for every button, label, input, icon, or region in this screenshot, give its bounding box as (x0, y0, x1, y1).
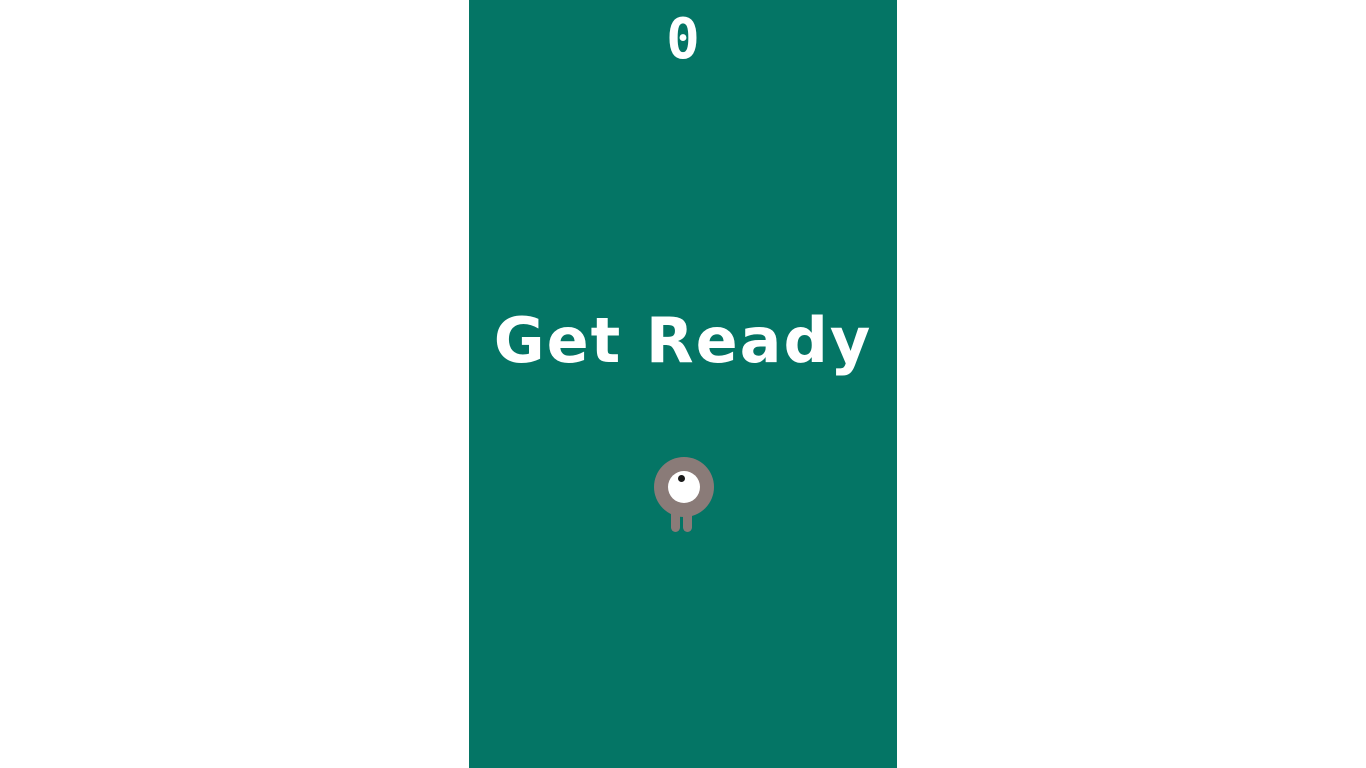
get-ready-message: Get Ready (493, 304, 873, 377)
one-eyed-creature-icon (654, 457, 714, 532)
score-counter: 0 (666, 7, 700, 72)
player-character (653, 456, 715, 534)
game-canvas[interactable]: 0 Get Ready (469, 0, 897, 768)
page: 0 Get Ready (0, 0, 1366, 768)
